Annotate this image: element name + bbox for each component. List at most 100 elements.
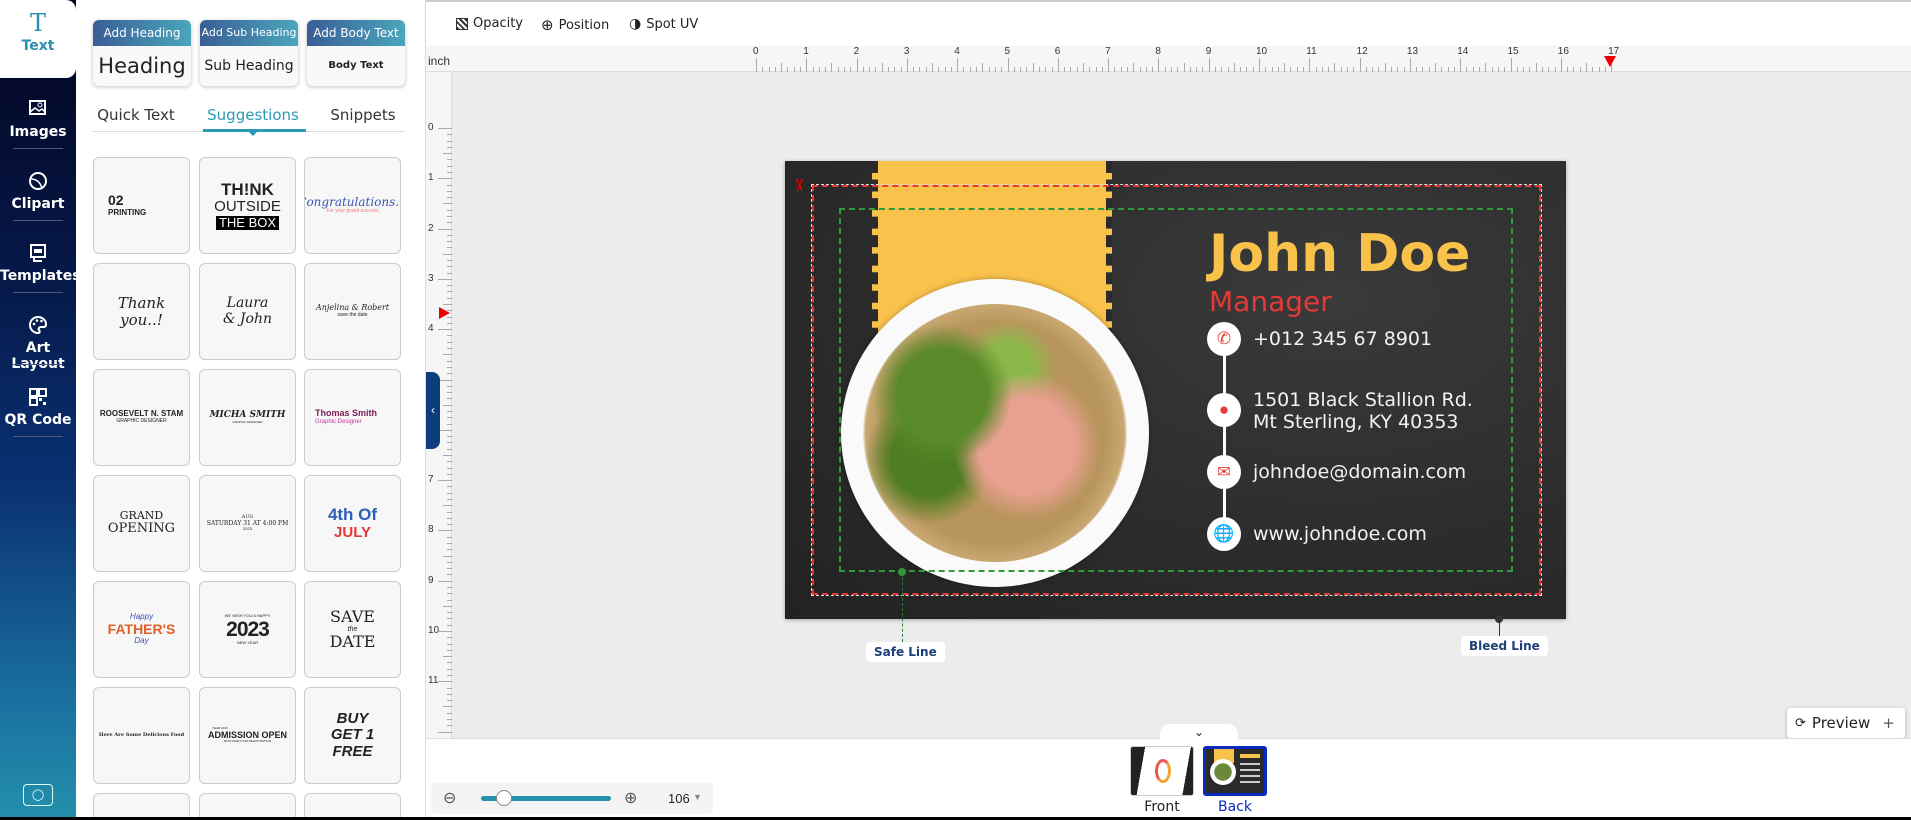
page-label-front[interactable]: Front [1130, 799, 1194, 815]
card-website[interactable]: www.johndoe.com [1253, 523, 1427, 545]
ruler-label: 8 [428, 524, 434, 536]
ruler-label: 9 [428, 574, 434, 586]
suggestion-item[interactable] [93, 793, 190, 817]
suggestion-text: Day [134, 636, 149, 646]
suggestion-item[interactable]: Happy FATHER'S Day [93, 581, 190, 678]
chevron-left-icon: ‹ [431, 403, 435, 417]
suggestion-item[interactable]: Here Are Some Delicious Food [93, 687, 190, 784]
ruler-label: 4 [954, 46, 960, 57]
tab-snippets[interactable]: Snippets [313, 106, 413, 124]
suggestion-item[interactable]: BUY GET 1 FREE [304, 687, 401, 784]
page-thumbnail-back[interactable] [1203, 746, 1267, 796]
opacity-button[interactable]: Opacity [456, 16, 523, 31]
suggestion-item[interactable]: Laura & John [199, 263, 296, 360]
preview-button[interactable]: ⟳ Preview + [1787, 708, 1905, 738]
ruler-label: 15 [1507, 46, 1519, 57]
suggestion-text: GET 1 [330, 726, 375, 744]
ruler-label: 6 [1054, 46, 1061, 57]
preview-label: Preview [1811, 714, 1871, 732]
ruler-label: 2 [853, 46, 860, 57]
card-phone[interactable]: +012 345 67 8901 [1253, 328, 1432, 350]
suggestion-item[interactable]: 4th Of JULY [304, 475, 401, 572]
ruler-label: 7 [1105, 46, 1111, 57]
suggestion-item[interactable]: MICHA SMITH GRAPHIC DESIGNER [199, 369, 296, 466]
zoom-out-icon[interactable]: ⊖ [443, 788, 456, 808]
add-body-text-button[interactable]: Add Body Text Body Text [307, 20, 405, 86]
page-thumbnail-front[interactable] [1130, 746, 1194, 796]
ruler-label: 3 [428, 272, 434, 284]
tool-label: Position [558, 17, 610, 33]
suggestion-item[interactable] [199, 793, 296, 817]
suggestion-item[interactable]: Thomas Smith Graphic Designer [304, 369, 401, 466]
suggestion-text: PRINTING [108, 207, 147, 217]
palette-icon [29, 315, 48, 335]
suggestion-item[interactable]: TH!NK OUTSIDE THE BOX [199, 157, 296, 254]
tab-suggestions[interactable]: Suggestions [203, 106, 303, 124]
globe-icon: 🌐 [1207, 517, 1241, 551]
text-icon: T [29, 9, 46, 37]
nav-item-text[interactable]: T Text [0, 0, 76, 78]
ruler-label: 10 [1256, 46, 1268, 57]
suggestion-text: Thomas Smith [315, 408, 378, 419]
h-ruler-marker[interactable] [1604, 56, 1616, 67]
horizontal-ruler[interactable]: inch 0 1 2 3 4 5 6 7 8 9 10 11 12 13 14 15 16 17 [426, 46, 1911, 72]
zoom-value[interactable]: 106 [668, 791, 690, 806]
tool-label: Opacity [473, 16, 524, 31]
ruler-label: 14 [1457, 46, 1469, 57]
toggle-pages-button[interactable]: ⌄ [1160, 724, 1238, 740]
plus-icon: + [1882, 714, 1895, 732]
add-heading-button[interactable]: Add Heading Heading [93, 20, 191, 86]
ruler-unit: inch [428, 54, 451, 68]
qr-code-icon [29, 388, 47, 406]
ruler-label: 12 [1356, 46, 1368, 57]
suggestion-text: GRAPHIC DESIGNER [116, 418, 167, 425]
collapse-panel-button[interactable]: ‹ [426, 372, 440, 449]
clipart-icon [29, 172, 47, 190]
ruler-label: 0 [428, 122, 434, 133]
suggestion-text: THE BOX [215, 215, 280, 231]
tab-quick-text[interactable]: Quick Text [86, 106, 186, 124]
suggestion-item[interactable]: ROOSEVELT N. STAM GRAPHIC DESIGNER [93, 369, 190, 466]
business-card-canvas[interactable]: ✂ John Doe Manager ✆ ● ✉ 🌐 +012 345 67 8… [785, 161, 1566, 619]
scissors-icon: ✂ [789, 177, 810, 194]
suggestion-text: GRAPHIC DESIGNER [232, 419, 263, 424]
suggestion-text: FATHER'S [107, 620, 176, 637]
ruler-label: 1 [428, 172, 434, 184]
suggestion-item[interactable]: Thank you..! [93, 263, 190, 360]
lightbulb-icon[interactable]: ◯ [23, 784, 53, 806]
card-title[interactable]: Manager [1209, 285, 1332, 318]
page-label-back[interactable]: Back [1203, 799, 1267, 815]
card-address-line2[interactable]: Mt Sterling, KY 40353 [1253, 411, 1459, 433]
caret-down-icon[interactable]: ▼ [693, 792, 702, 802]
card-name[interactable]: John Doe [1209, 224, 1470, 284]
suggestion-item[interactable]: 02 PRINTING [93, 157, 190, 254]
position-button[interactable]: ⊕ Position [541, 16, 609, 34]
suggestion-item[interactable]: Congratulations..!For your grand success [304, 157, 401, 254]
nav-label: Images [9, 124, 67, 140]
v-ruler-marker[interactable] [439, 307, 450, 319]
templates-icon [30, 244, 46, 262]
zoom-slider-thumb[interactable] [496, 790, 513, 806]
spot-uv-button[interactable]: ◑ Spot UV [629, 16, 698, 32]
suggestion-text: NEW YEAR [236, 640, 259, 646]
card-email[interactable]: johndoe@domain.com [1253, 461, 1466, 483]
suggestion-item[interactable]: WE WISH YOU A HAPPY 2023 NEW YEAR [199, 581, 296, 678]
suggestion-item[interactable]: SAVE the DATE [304, 581, 401, 678]
suggestion-text: & John [223, 310, 272, 327]
zoom-in-icon[interactable]: ⊕ [624, 788, 637, 808]
nav-label: QR Code [4, 412, 72, 428]
ruler-label: 11 [1306, 46, 1317, 57]
card-address-line1[interactable]: 1501 Black Stallion Rd. [1253, 389, 1473, 411]
nav-label: Templates [0, 268, 81, 284]
suggestion-item[interactable]: Anjelina & Robert save the date [304, 263, 401, 360]
suggestion-text: FREE [332, 742, 373, 760]
suggestion-text: Laura [226, 295, 269, 312]
suggestion-item[interactable]: YEAR 2023 ADMISSION OPEN NOW OPEN FOR REGI… [199, 687, 296, 784]
suggestion-item[interactable]: GRAND OPENING [93, 475, 190, 572]
heading-sample: Heading [98, 54, 186, 78]
suggestion-item[interactable] [304, 793, 401, 817]
add-sub-heading-button[interactable]: Add Sub Heading Sub Heading [200, 20, 298, 86]
suggestion-text: Thank [117, 294, 166, 312]
suggestion-text: OPENING [107, 521, 176, 537]
suggestion-item[interactable]: AUG SATURDAY 31 AT 4:00 PM 2023 [199, 475, 296, 572]
